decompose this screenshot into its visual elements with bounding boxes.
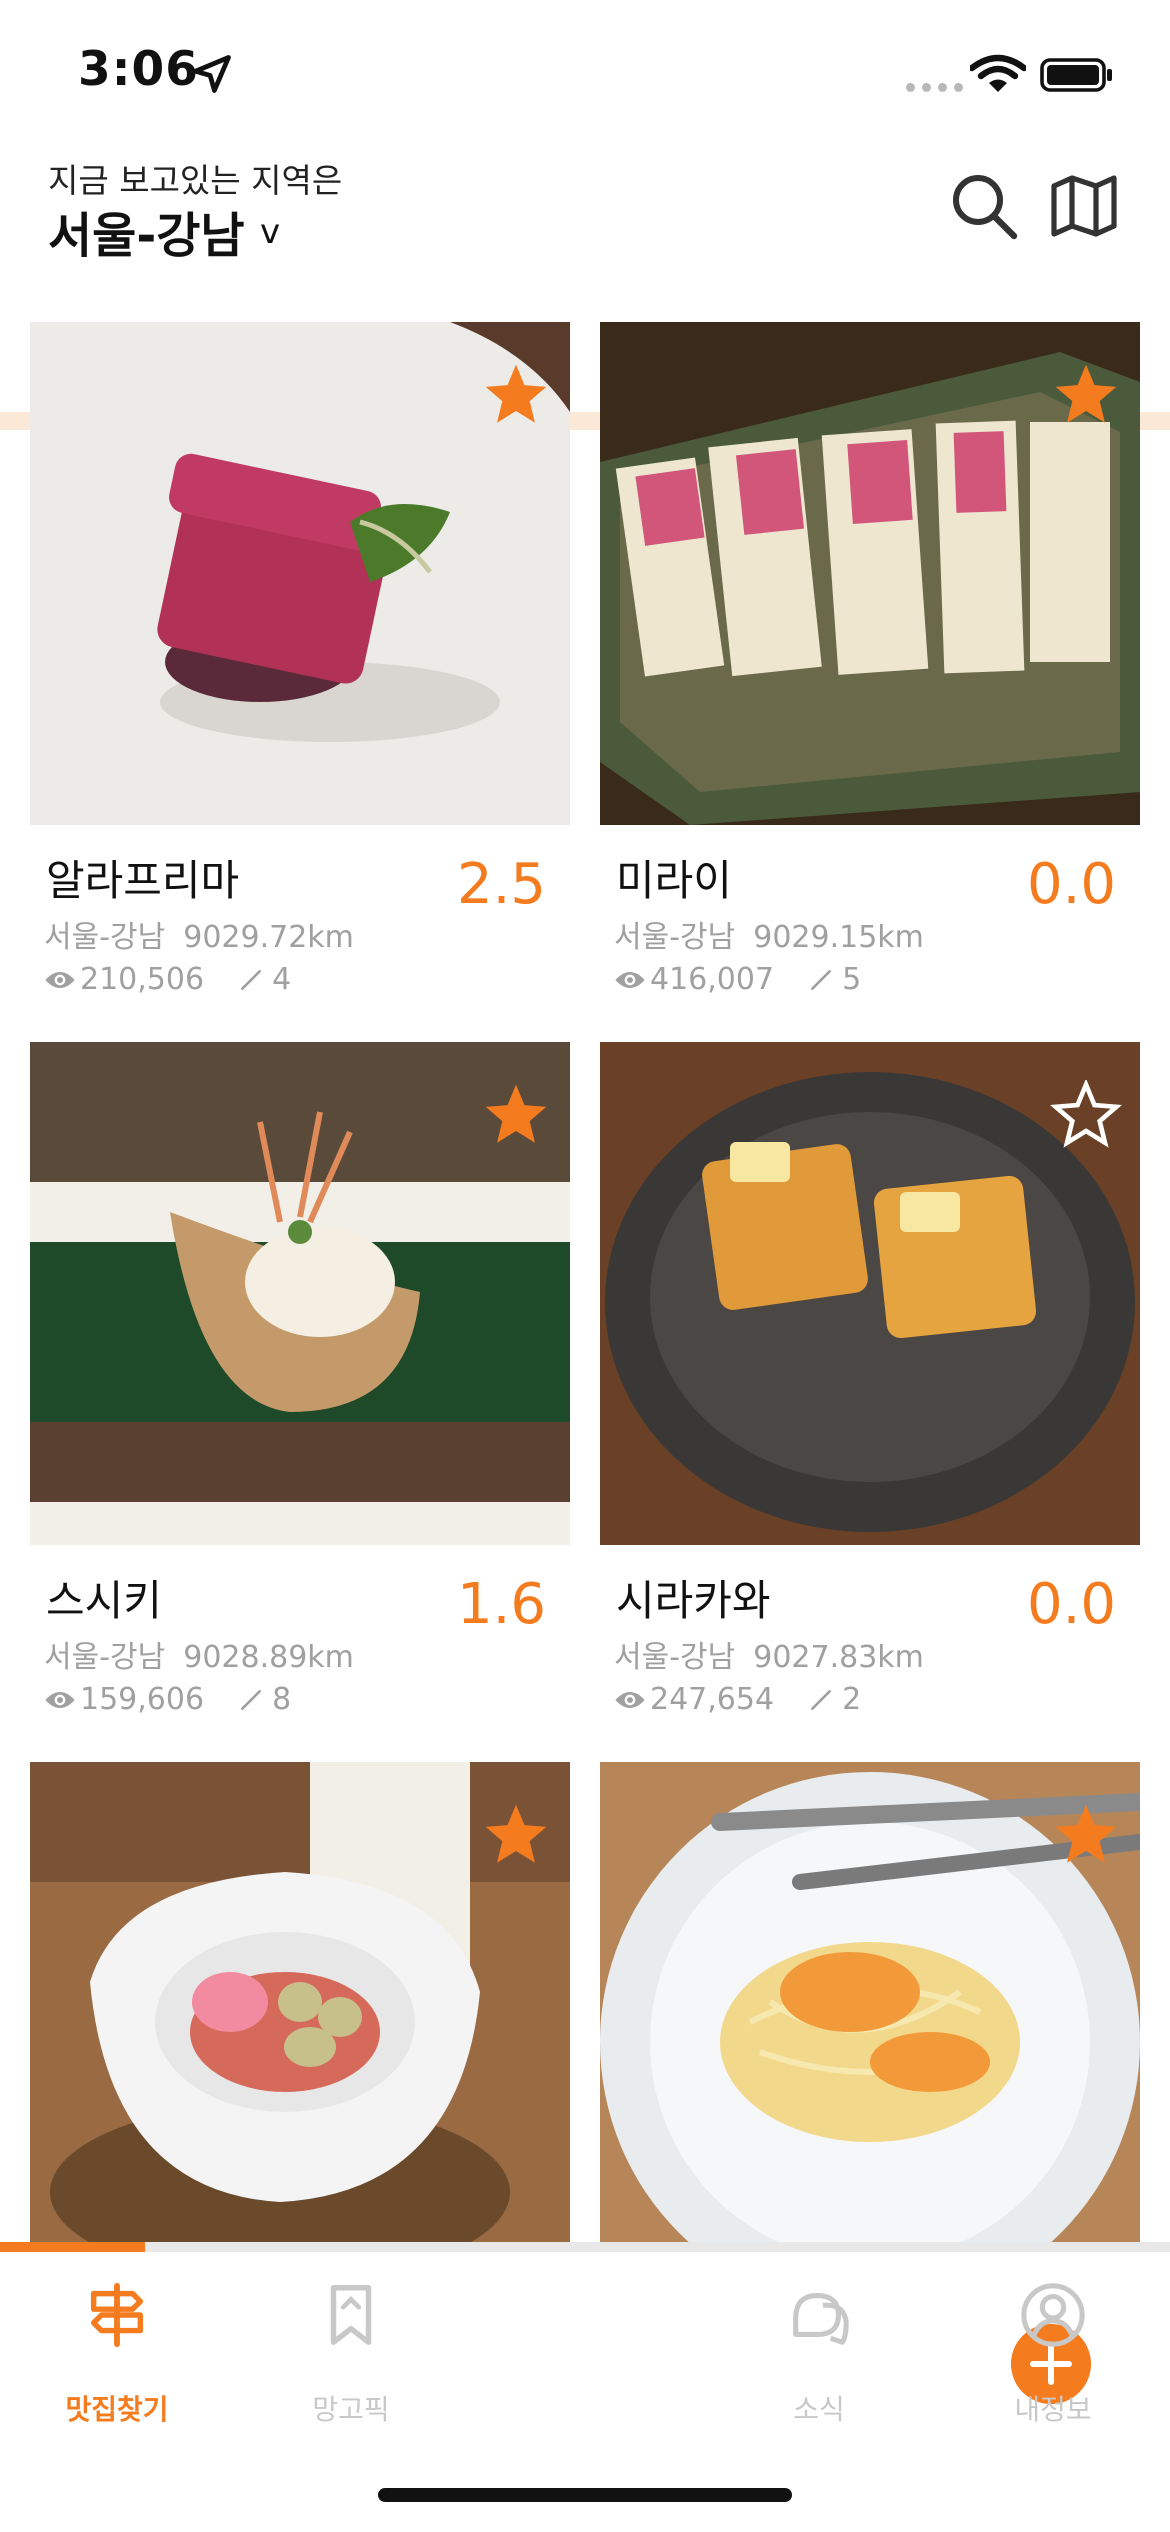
restaurant-location: 서울-강남 9027.83km: [614, 1632, 924, 1676]
restaurant-name: 시라카와: [616, 1576, 771, 1625]
restaurant-rating: 0.0: [1026, 1572, 1116, 1637]
eye-icon: [614, 1689, 646, 1711]
region-caption: 지금 보고있는 지역은: [48, 161, 343, 200]
restaurant-rating: 2.5: [456, 852, 546, 917]
search-icon[interactable]: [948, 170, 1020, 242]
review-count: 4: [272, 962, 292, 997]
view-count: 159,606: [80, 1682, 205, 1717]
restaurant-name: 스시키: [46, 1576, 162, 1625]
pencil-icon: [808, 967, 834, 993]
favorite-star-icon[interactable]: [480, 1080, 552, 1150]
header: 지금 보고있는 지역은 서울-강남 v: [0, 140, 1170, 430]
restaurant-card[interactable]: [30, 1762, 570, 2242]
tab-news[interactable]: 소식: [702, 2252, 936, 2452]
eye-icon: [44, 1689, 76, 1711]
restaurant-stats: 416,007 5: [614, 962, 861, 997]
scroll-progress-bar: [0, 2242, 1170, 2252]
region-selector[interactable]: 서울-강남: [48, 196, 245, 266]
home-indicator: [378, 2488, 792, 2502]
favorite-star-icon[interactable]: [480, 360, 552, 430]
map-icon[interactable]: [1048, 170, 1120, 242]
restaurant-rating: 0.0: [1026, 852, 1116, 917]
pencil-icon: [808, 1687, 834, 1713]
restaurant-stats: 159,606 8: [44, 1682, 291, 1717]
restaurant-rating: 1.6: [456, 1572, 546, 1637]
restaurant-location: 서울-강남 9029.72km: [44, 912, 354, 956]
favorite-star-icon[interactable]: [1050, 1800, 1122, 1870]
restaurant-card[interactable]: 시라카와 0.0 서울-강남 9027.83km 247,654 2: [600, 1042, 1140, 1742]
restaurant-stats: 247,654 2: [614, 1682, 861, 1717]
profile-icon: [1021, 2283, 1085, 2347]
tab-label: 망고픽: [312, 2393, 390, 2426]
view-count: 247,654: [650, 1682, 775, 1717]
eye-icon: [44, 969, 76, 991]
review-count: 5: [842, 962, 862, 997]
pencil-icon: [238, 1687, 264, 1713]
wifi-icon: [970, 54, 1026, 92]
restaurant-card[interactable]: 미라이 0.0 서울-강남 9029.15km 416,007 5: [600, 322, 1140, 1022]
tab-mango-pick[interactable]: 망고픽: [234, 2252, 468, 2452]
eye-icon: [614, 969, 646, 991]
restaurant-name: 미라이: [616, 856, 732, 905]
tab-label: 맛집찾기: [65, 2393, 169, 2426]
tab-add[interactable]: [468, 2252, 1091, 2452]
restaurant-distance: 9028.89km: [183, 1640, 354, 1675]
restaurant-region: 서울-강남: [614, 920, 736, 955]
bookmark-icon: [330, 2285, 372, 2345]
review-count: 8: [272, 1682, 292, 1717]
restaurant-location: 서울-강남 9028.89km: [44, 1632, 354, 1676]
view-count: 416,007: [650, 962, 775, 997]
review-count: 2: [842, 1682, 862, 1717]
signal-icon: [906, 83, 963, 92]
restaurant-name: 알라프리마: [46, 856, 240, 905]
restaurant-distance: 9029.15km: [753, 920, 924, 955]
chevron-down-icon[interactable]: v: [260, 212, 280, 252]
view-count: 210,506: [80, 962, 205, 997]
favorite-star-icon[interactable]: [480, 1800, 552, 1870]
restaurant-card[interactable]: 알라프리마 2.5 서울-강남 9029.72km 210,506 4: [30, 322, 570, 1022]
pencil-icon: [238, 967, 264, 993]
restaurant-distance: 9027.83km: [753, 1640, 924, 1675]
restaurant-location: 서울-강남 9029.15km: [614, 912, 924, 956]
restaurant-region: 서울-강남: [44, 1640, 166, 1675]
status-bar: 3:06: [0, 0, 1170, 140]
restaurant-grid: 알라프리마 2.5 서울-강남 9029.72km 210,506 4 미라이 …: [0, 322, 1170, 2242]
tab-my-info[interactable]: 내정보: [936, 2252, 1170, 2452]
restaurant-region: 서울-강남: [44, 920, 166, 955]
tab-label: 내정보: [1014, 2393, 1092, 2426]
status-time: 3:06: [78, 42, 199, 97]
tab-label: 소식: [793, 2393, 845, 2426]
restaurant-region: 서울-강남: [614, 1640, 736, 1675]
signpost-icon: [90, 2282, 144, 2348]
battery-icon: [1040, 58, 1112, 92]
tab-find-restaurants[interactable]: 맛집찾기: [0, 2252, 234, 2452]
chat-icon: [793, 2293, 849, 2345]
restaurant-card[interactable]: 스시키 1.6 서울-강남 9028.89km 159,606 8: [30, 1042, 570, 1742]
favorite-star-icon[interactable]: [1050, 360, 1122, 430]
restaurant-distance: 9029.72km: [183, 920, 354, 955]
scroll-progress-fill: [0, 2242, 146, 2252]
restaurant-card[interactable]: [600, 1762, 1140, 2242]
favorite-star-icon[interactable]: [1050, 1080, 1122, 1150]
restaurant-stats: 210,506 4: [44, 962, 291, 997]
location-arrow-icon: [193, 55, 231, 93]
